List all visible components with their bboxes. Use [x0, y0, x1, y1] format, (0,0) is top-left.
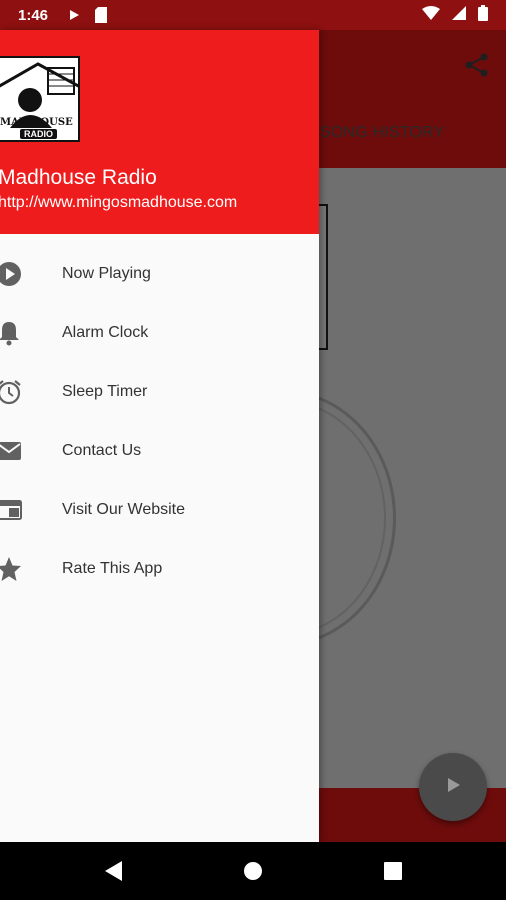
status-time: 1:46: [18, 6, 49, 24]
drawer-header: MAD HOUSE RADIO Madhouse Radio http://ww…: [0, 30, 319, 234]
tab-song-history[interactable]: SONG HISTORY: [320, 124, 445, 142]
system-nav-bar: [0, 842, 506, 900]
menu-item-label: Alarm Clock: [62, 323, 149, 341]
station-logo: MAD HOUSE RADIO: [0, 56, 80, 142]
wifi-icon: [422, 5, 440, 25]
menu-item-contact-us[interactable]: Contact Us: [0, 421, 319, 480]
menu-item-now-playing[interactable]: Now Playing: [0, 244, 319, 303]
alarm-clock-icon: [0, 379, 22, 405]
play-icon: [444, 776, 462, 799]
play-icon: [68, 9, 80, 21]
bell-icon: [0, 320, 22, 346]
logo-text: MAD HOUSE: [0, 117, 73, 128]
navigation-drawer: MAD HOUSE RADIO Madhouse Radio http://ww…: [0, 30, 319, 842]
play-circle-icon: [0, 261, 22, 287]
signal-icon: [452, 5, 466, 25]
drawer-url[interactable]: http://www.mingosmadhouse.com: [0, 194, 237, 212]
mail-icon: [0, 438, 22, 464]
share-icon[interactable]: [464, 52, 490, 83]
play-fab-button[interactable]: [419, 753, 487, 821]
battery-icon: [478, 4, 488, 26]
web-icon: [0, 497, 22, 523]
menu-item-alarm-clock[interactable]: Alarm Clock: [0, 303, 319, 362]
menu-item-label: Rate This App: [62, 559, 163, 577]
menu-item-visit-website[interactable]: Visit Our Website: [0, 480, 319, 539]
recents-icon[interactable]: [378, 856, 408, 886]
menu-item-rate-app[interactable]: Rate This App: [0, 539, 319, 598]
back-icon[interactable]: [98, 856, 128, 886]
home-icon[interactable]: [238, 856, 268, 886]
menu-item-sleep-timer[interactable]: Sleep Timer: [0, 362, 319, 421]
menu-item-label: Contact Us: [62, 441, 142, 459]
drawer-menu: Now Playing Alarm Clock Sleep Timer Cont…: [0, 234, 319, 598]
logo-subtext: RADIO: [20, 129, 57, 139]
status-bar: 1:46: [0, 0, 506, 30]
sd-card-icon: [94, 7, 108, 23]
star-icon: [0, 556, 22, 582]
menu-item-label: Now Playing: [62, 264, 151, 282]
menu-item-label: Sleep Timer: [62, 382, 148, 400]
drawer-title: Madhouse Radio: [0, 166, 157, 189]
menu-item-label: Visit Our Website: [62, 500, 186, 518]
